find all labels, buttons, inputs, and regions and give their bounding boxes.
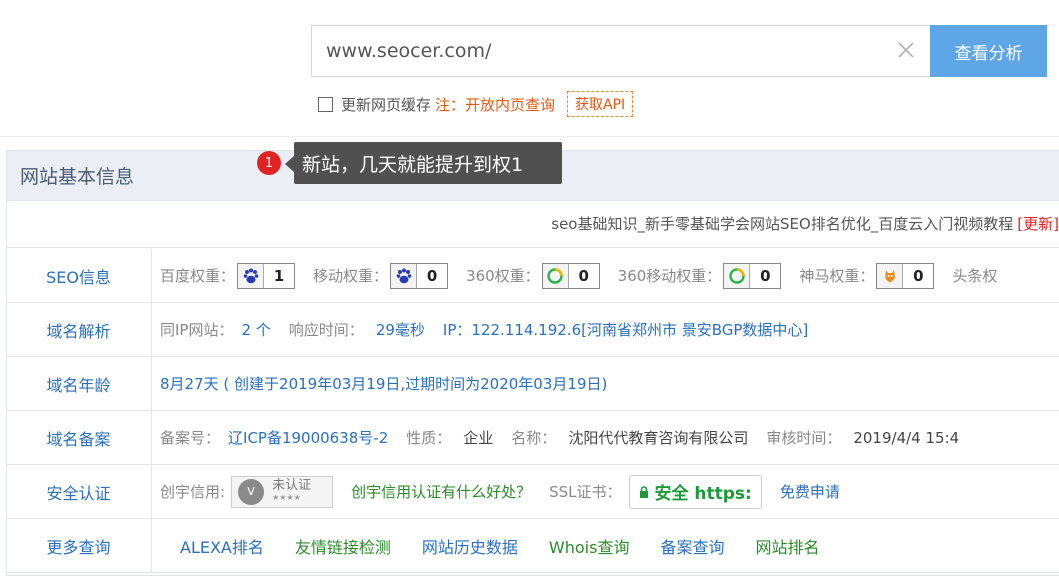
icp-no-value[interactable]: 辽ICP备19000638号-2	[228, 427, 388, 448]
icp-time-value: 2019/4/4 15:4	[853, 428, 960, 447]
dns-label[interactable]: 域名解析	[6, 303, 152, 356]
icp-row: 域名备案 备案号： 辽ICP备19000638号-2 性质： 企业 名称： 沈阳…	[6, 411, 1059, 465]
mobile-weight-badge[interactable]: 0	[390, 262, 449, 289]
s360-weight-label: 360权重：	[466, 267, 540, 285]
domain-age-label[interactable]: 域名年龄	[6, 357, 152, 410]
s360m-weight-value: 0	[760, 266, 771, 285]
seo-row: SEO信息 百度权重： 1 移动权重： 0 360权重： 0 360移动权重：	[6, 249, 1059, 303]
whois-link[interactable]: Whois查询	[549, 534, 630, 558]
toutiao-weight-label: 头条权	[952, 267, 998, 285]
tooltip-arrow	[285, 156, 294, 172]
cert-benefit-link[interactable]: 创宇信用认证有什么好处？	[351, 481, 531, 502]
more-row: 更多查询 ALEXA排名 友情链接检测 网站历史数据 Whois查询 备案查询 …	[6, 519, 1059, 573]
s360-weight-value: 0	[578, 266, 589, 285]
icp-label[interactable]: 域名备案	[6, 411, 152, 464]
ip-location[interactable]: IP：122.114.192.6[河南省郑州市 景安BGP数据中心]	[443, 319, 808, 340]
shenma-weight-value: 0	[913, 266, 924, 285]
chuangyu-logo-icon: V	[238, 478, 265, 505]
baidu-paw-icon	[391, 263, 418, 288]
shenma-weight-badge[interactable]: 0	[876, 262, 935, 289]
baidu-weight-badge[interactable]: 1	[237, 262, 296, 289]
mobile-weight-value: 0	[426, 266, 438, 285]
icp-type-value: 企业	[463, 429, 494, 447]
security-row: 安全认证 创宇信用: V 未认证 ★★★★ 创宇信用认证有什么好处？ SSL证书…	[6, 465, 1059, 519]
baidu-paw-icon	[238, 263, 265, 288]
alexa-link[interactable]: ALEXA排名	[180, 534, 264, 558]
s360-weight-badge[interactable]: 0	[541, 262, 600, 289]
seo-label[interactable]: SEO信息	[6, 249, 152, 302]
icp-name-label: 名称：	[511, 429, 557, 447]
ssl-badge[interactable]: 安全 https:	[629, 474, 762, 509]
icp-no-label: 备案号：	[160, 429, 221, 447]
friend-link-check-link[interactable]: 友情链接检测	[295, 534, 391, 558]
s360-logo-icon	[542, 263, 569, 288]
update-cache-label[interactable]: 更新网页缓存	[341, 94, 431, 115]
history-link[interactable]: 网站历史数据	[422, 534, 518, 558]
icp-time-label: 审核时间：	[766, 429, 842, 447]
more-label[interactable]: 更多查询	[6, 519, 152, 572]
security-label[interactable]: 安全认证	[6, 465, 152, 518]
ssl-apply-link[interactable]: 免费申请	[780, 481, 840, 502]
icp-query-link[interactable]: 备案查询	[660, 534, 724, 558]
icp-name-value: 沈阳代代教育咨询有限公司	[568, 429, 749, 447]
inner-page-note: 注：开放内页查询	[435, 95, 556, 114]
tooltip-badge: 1	[257, 151, 281, 175]
baidu-weight-label: 百度权重：	[160, 267, 236, 285]
update-link[interactable]: [更新]	[1017, 213, 1059, 234]
shenma-weight-label: 神马权重：	[799, 267, 875, 285]
site-title-row: seo基础知识_新手零基础学会网站SEO排名优化_百度云入门视频教程 [更新]	[6, 200, 1059, 248]
chuangyu-cert-badge[interactable]: V 未认证 ★★★★	[231, 475, 334, 508]
analyze-button[interactable]: 查看分析	[930, 25, 1047, 77]
site-rank-link[interactable]: 网站排名	[755, 534, 819, 558]
domain-age-value: 8月27天 ( 创建于2019年03月19日,过期时间为2020年03月19日)	[160, 375, 608, 393]
response-time-label: 响应时间：	[288, 321, 364, 339]
baidu-weight-value: 1	[273, 266, 285, 285]
site-title: seo基础知识_新手零基础学会网站SEO排名优化_百度云入门视频教程	[551, 215, 1014, 233]
same-ip-label: 同IP网站：	[160, 321, 234, 339]
ssl-label: SSL证书：	[549, 483, 622, 501]
domain-age-row: 域名年龄 8月27天 ( 创建于2019年03月19日,过期时间为2020年03…	[6, 357, 1059, 411]
search-box	[311, 25, 931, 77]
s360-logo-icon	[724, 263, 751, 288]
response-time-value: 29毫秒	[375, 321, 425, 339]
s360m-weight-badge[interactable]: 0	[723, 262, 782, 289]
ssl-badge-text: 安全 https:	[654, 484, 752, 504]
update-cache-checkbox[interactable]	[318, 96, 333, 112]
get-api-button[interactable]: 获取API	[567, 91, 634, 117]
cert-status: 未认证	[272, 477, 312, 493]
icp-type-label: 性质：	[406, 429, 452, 447]
same-ip-value[interactable]: 2 个	[241, 319, 270, 340]
divider	[0, 136, 1059, 137]
cert-stars: ★★★★	[272, 492, 301, 502]
lock-icon	[640, 485, 649, 498]
chuangyu-label: 创宇信用:	[160, 483, 226, 501]
s360m-weight-label: 360移动权重：	[617, 267, 722, 285]
search-input[interactable]	[326, 26, 886, 76]
weight-tooltip: 新站，几天就能提升到权1	[294, 142, 562, 184]
mobile-weight-label: 移动权重：	[313, 267, 389, 285]
options-row: 更新网页缓存 注：开放内页查询 获取API	[318, 90, 634, 118]
shenma-horse-icon	[877, 263, 904, 288]
dns-row: 域名解析 同IP网站： 2 个 响应时间： 29毫秒 IP：122.114.19…	[6, 303, 1059, 357]
clear-icon[interactable]	[895, 39, 917, 61]
